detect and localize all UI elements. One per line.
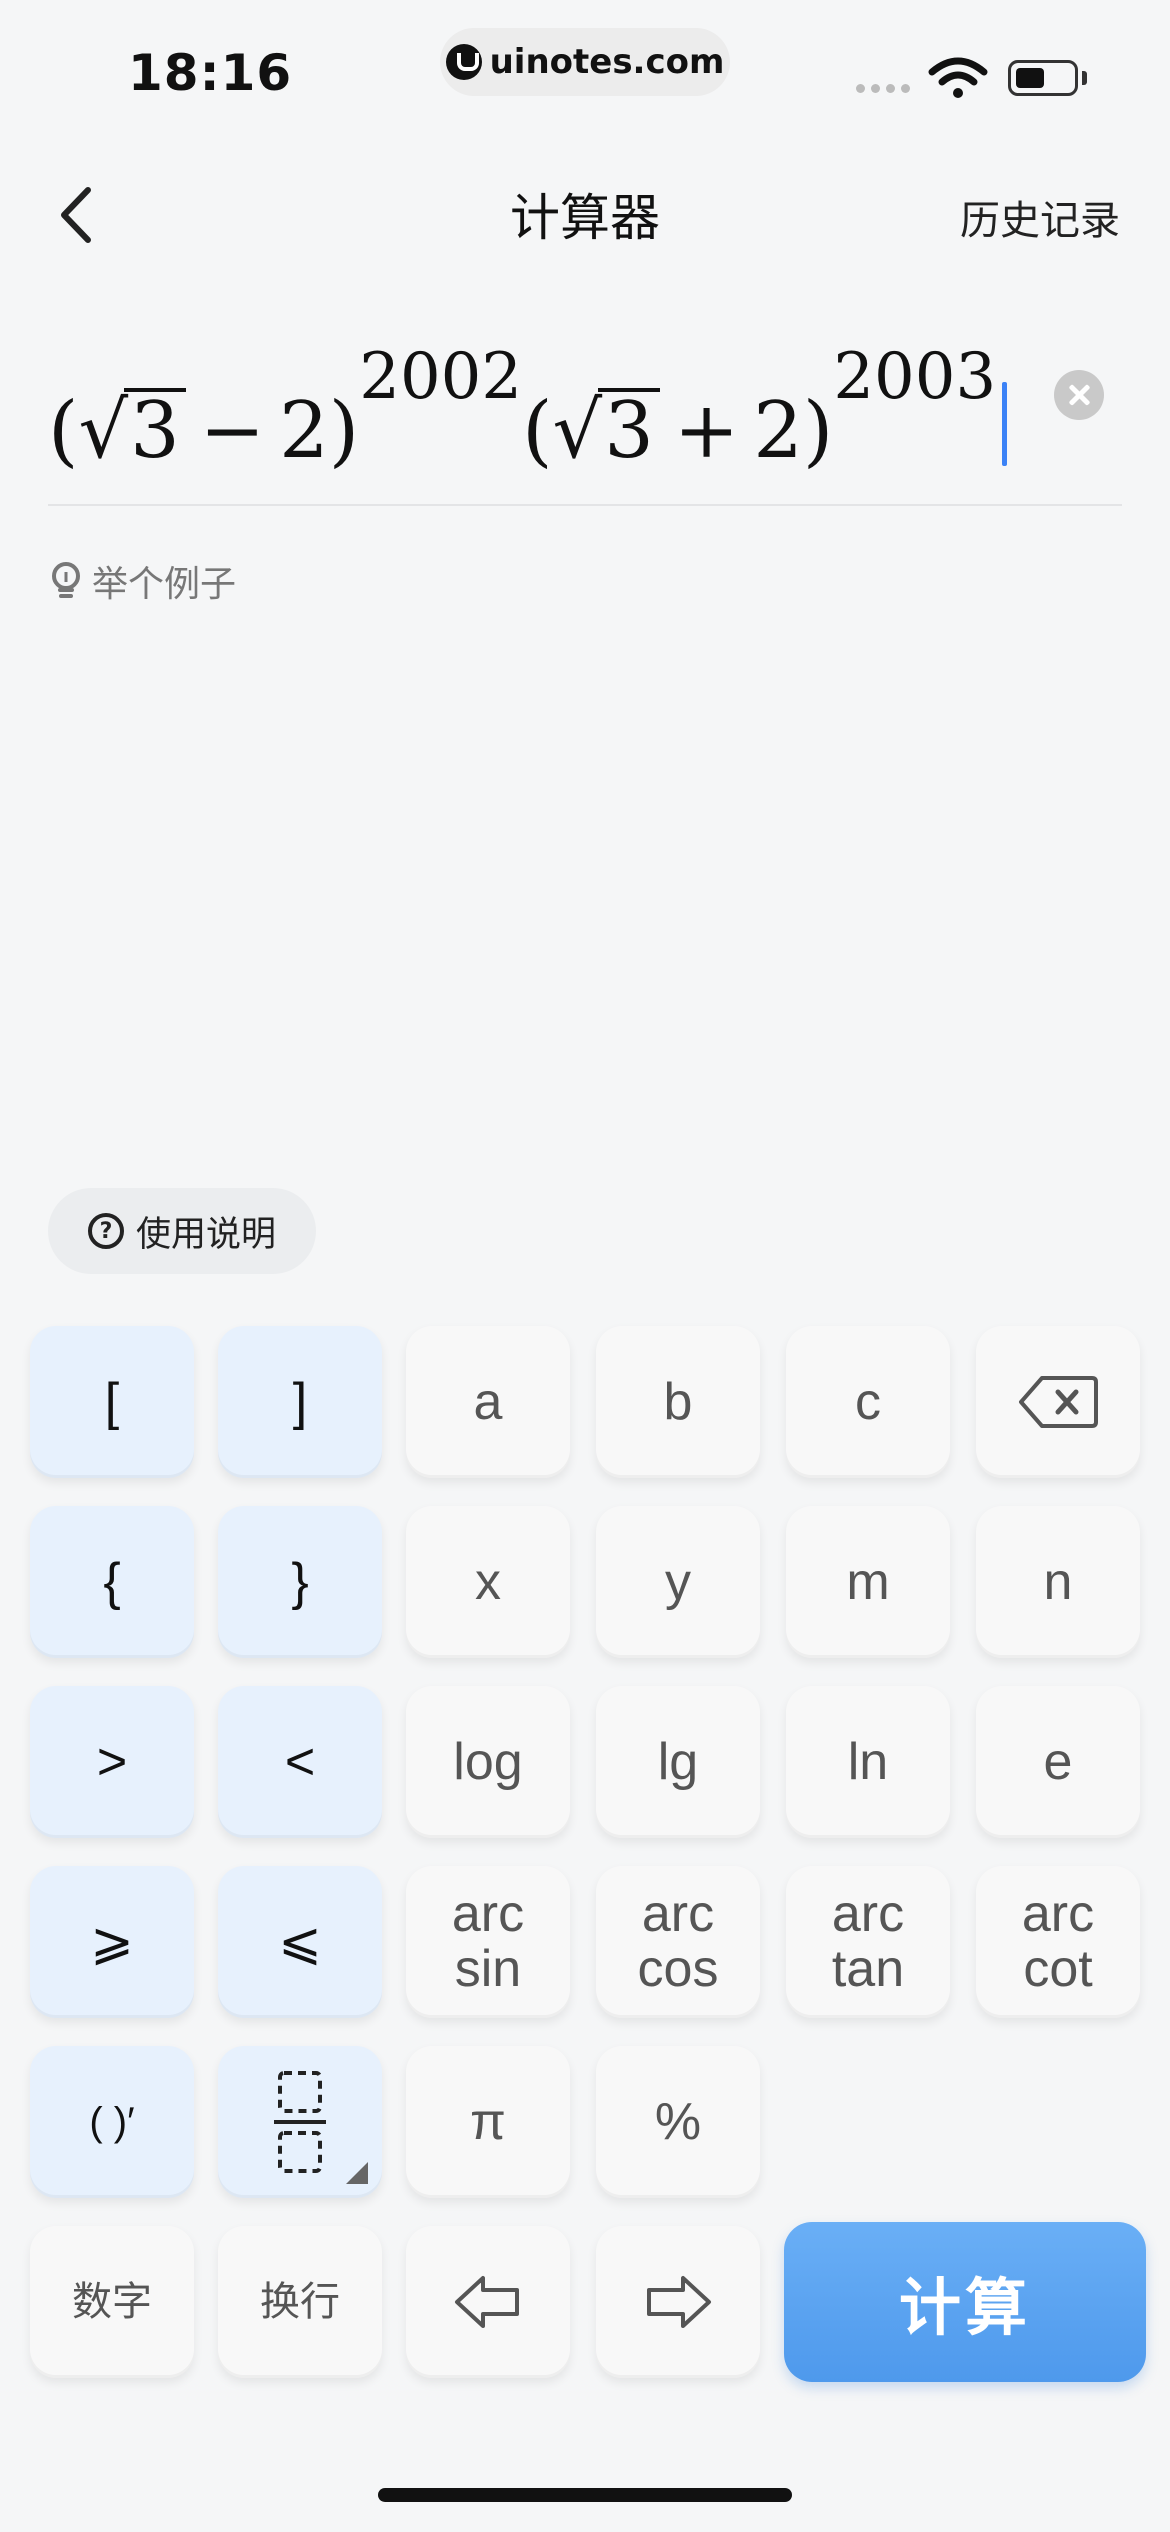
key-percent[interactable]: % [596, 2046, 760, 2198]
key-label-bottom: tan [831, 1940, 905, 1998]
key-x[interactable]: x [406, 1506, 570, 1658]
divider [48, 504, 1122, 506]
key-arctan[interactable]: arc tan [786, 1866, 950, 2018]
formula-paren: ( [522, 386, 553, 476]
key-label-top: arc [451, 1885, 525, 1944]
key-n[interactable]: n [976, 1506, 1140, 1658]
key-greater-equal[interactable]: ⩾ [30, 1866, 194, 2018]
formula-number: 2 [753, 386, 803, 476]
formula-operator: + [673, 386, 740, 476]
key-right-bracket[interactable]: ] [218, 1326, 382, 1478]
formula-exponent: 2002 [359, 340, 523, 414]
key-m[interactable]: m [786, 1506, 950, 1658]
formula-input[interactable]: ( √3 − 2 ) 2002 ( √3 + 2 ) 2003 [48, 330, 1008, 476]
help-label: 使用说明 [136, 1214, 277, 1255]
key-a[interactable]: a [406, 1326, 570, 1478]
formula-paren: ) [802, 386, 834, 476]
key-backspace[interactable] [976, 1326, 1140, 1478]
key-b[interactable]: b [596, 1326, 760, 1478]
formula-operator: − [199, 386, 266, 476]
key-greater-than[interactable]: > [30, 1686, 194, 1838]
url-pill[interactable]: uinotes.com [440, 28, 730, 96]
example-label: 举个例子 [92, 564, 237, 605]
key-c[interactable]: c [786, 1326, 950, 1478]
key-less-equal[interactable]: ⩽ [218, 1866, 382, 2018]
key-arccos[interactable]: arc cos [596, 1866, 760, 2018]
backspace-icon [1019, 1376, 1098, 1428]
battery-cap [1082, 71, 1087, 85]
sqrt-symbol: √3 [78, 388, 186, 470]
key-cursor-right[interactable] [596, 2226, 760, 2378]
key-newline[interactable]: 换行 [218, 2226, 382, 2378]
key-arccot[interactable]: arc cot [976, 1866, 1140, 2018]
url-text: uinotes.com [489, 42, 725, 82]
key-y[interactable]: y [596, 1506, 760, 1658]
site-logo-icon [445, 44, 482, 80]
key-derivative[interactable]: ( )′ [30, 2046, 194, 2198]
key-label-bottom: cot [1023, 1940, 1093, 1998]
history-link[interactable]: 历史记录 [960, 188, 1120, 246]
signal-icon [856, 84, 910, 93]
key-label-bottom: sin [454, 1940, 522, 1998]
clear-icon[interactable] [1054, 370, 1104, 420]
radicand: 3 [598, 388, 660, 470]
formula-paren: ) [328, 386, 360, 476]
key-log[interactable]: log [406, 1686, 570, 1838]
help-icon: ? [88, 1213, 124, 1249]
key-label-top: arc [641, 1885, 715, 1944]
key-right-brace[interactable]: } [218, 1506, 382, 1658]
formula-exponent: 2003 [833, 340, 997, 414]
key-arcsin[interactable]: arc sin [406, 1866, 570, 2018]
key-pi[interactable]: π [406, 2046, 570, 2198]
calculate-button[interactable]: 计算 [784, 2222, 1146, 2382]
key-cursor-left[interactable] [406, 2226, 570, 2378]
key-e[interactable]: e [976, 1686, 1140, 1838]
fraction-icon [274, 2071, 326, 2173]
sqrt-symbol: √3 [553, 388, 660, 470]
key-fraction[interactable] [218, 2046, 382, 2198]
bulb-icon [52, 562, 80, 598]
key-label-bottom: cos [637, 1940, 719, 1998]
key-label-top: arc [1021, 1885, 1095, 1944]
arrow-left-icon [455, 2276, 519, 2328]
key-left-brace[interactable]: { [30, 1506, 194, 1658]
wifi-icon [928, 57, 988, 98]
key-numbers[interactable]: 数字 [30, 2226, 194, 2378]
battery-icon [1008, 60, 1078, 96]
status-time: 18:16 [128, 44, 293, 102]
example-link[interactable]: 举个例子 [48, 555, 236, 607]
formula-paren: ( [48, 386, 79, 476]
key-lg[interactable]: lg [596, 1686, 760, 1838]
key-left-bracket[interactable]: [ [30, 1326, 194, 1478]
text-cursor [1002, 382, 1008, 466]
home-indicator [378, 2488, 792, 2502]
key-less-than[interactable]: < [218, 1686, 382, 1838]
corner-indicator-icon [346, 2162, 368, 2184]
key-label-top: arc [831, 1885, 905, 1944]
radicand: 3 [124, 388, 186, 470]
formula-number: 2 [279, 386, 329, 476]
help-button[interactable]: ? 使用说明 [48, 1188, 317, 1274]
key-ln[interactable]: ln [786, 1686, 950, 1838]
arrow-right-icon [647, 2276, 711, 2328]
